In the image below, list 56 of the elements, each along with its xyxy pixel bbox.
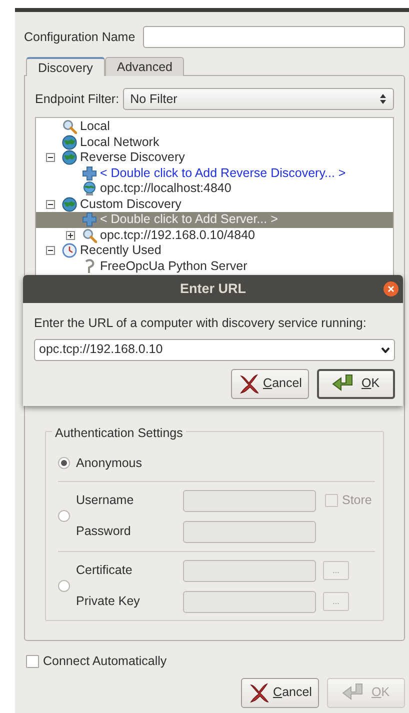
collapse-icon[interactable]: [46, 200, 54, 209]
tree-item[interactable]: opc.tcp://localhost:4840: [97, 181, 234, 196]
field-label: Endpoint Filter:: [35, 90, 120, 108]
cancel-button[interactable]: Cancel: [231, 368, 309, 399]
globe-icon: [62, 134, 77, 150]
collapse-icon[interactable]: [46, 153, 54, 162]
url-dropdown-field[interactable]: opc.tcp://192.168.0.10: [34, 338, 395, 361]
checkbox-label: Connect Automatically: [43, 653, 167, 670]
tree-item[interactable]: Local: [77, 119, 113, 134]
spinner-arrows-icon: [379, 93, 387, 105]
radio-button[interactable]: [58, 457, 70, 470]
search-icon: [82, 228, 97, 243]
text-field[interactable]: [143, 26, 405, 48]
checkbox[interactable]: [325, 494, 338, 508]
tab[interactable]: Discovery: [26, 57, 105, 76]
field-label: Configuration Name: [24, 28, 136, 46]
dialog-title: Enter URL: [180, 280, 246, 298]
text-field[interactable]: [183, 560, 316, 582]
radio-label: Anonymous: [76, 455, 142, 472]
checkbox-label: Store: [342, 492, 372, 510]
cross-icon: [248, 682, 270, 704]
field-label: Certificate: [76, 562, 134, 580]
text-field[interactable]: [183, 490, 316, 512]
tree-item[interactable]: Reverse Discovery: [77, 150, 188, 166]
tab[interactable]: Advanced: [104, 57, 184, 76]
expand-icon[interactable]: [66, 230, 74, 240]
cross-icon: [238, 372, 260, 395]
field-label: Username: [76, 492, 135, 510]
prompt-text: Enter the URL of a computer with discovery service running:: [34, 315, 368, 332]
text-field[interactable]: [183, 520, 316, 543]
tree-item[interactable]: < Double click to Add Reverse Discovery... >: [97, 166, 349, 181]
collapse-icon[interactable]: [46, 246, 54, 256]
hook-icon: [85, 258, 95, 274]
cancel-button[interactable]: Cancel: [241, 678, 319, 708]
checkbox[interactable]: [26, 654, 39, 668]
ok-button[interactable]: OK: [317, 368, 395, 399]
search-icon: [62, 119, 77, 134]
tree-item[interactable]: FreeOpcUa Python Server: [97, 258, 250, 274]
tree-item[interactable]: opc.tcp://192.168.0.10/4840: [97, 228, 258, 243]
plus-icon: [82, 212, 97, 228]
dropdown[interactable]: No Filter: [123, 88, 394, 110]
field-label: Password: [76, 523, 132, 540]
clock-icon: [62, 243, 77, 258]
radio-button[interactable]: [58, 510, 70, 522]
computer-icon: [82, 181, 97, 196]
globe-icon: [62, 196, 77, 212]
tree-item[interactable]: Custom Discovery: [77, 196, 184, 212]
caret-icon: [381, 346, 390, 353]
field-label: Private Key: [76, 593, 141, 610]
globe-icon: [62, 150, 77, 166]
text-field[interactable]: [183, 590, 316, 613]
tree-item[interactable]: Recently Used: [77, 243, 164, 258]
plus-icon: [82, 166, 97, 181]
close-icon[interactable]: [383, 281, 399, 297]
tree-item[interactable]: Local Network: [77, 134, 162, 150]
radio-button[interactable]: [58, 580, 70, 592]
